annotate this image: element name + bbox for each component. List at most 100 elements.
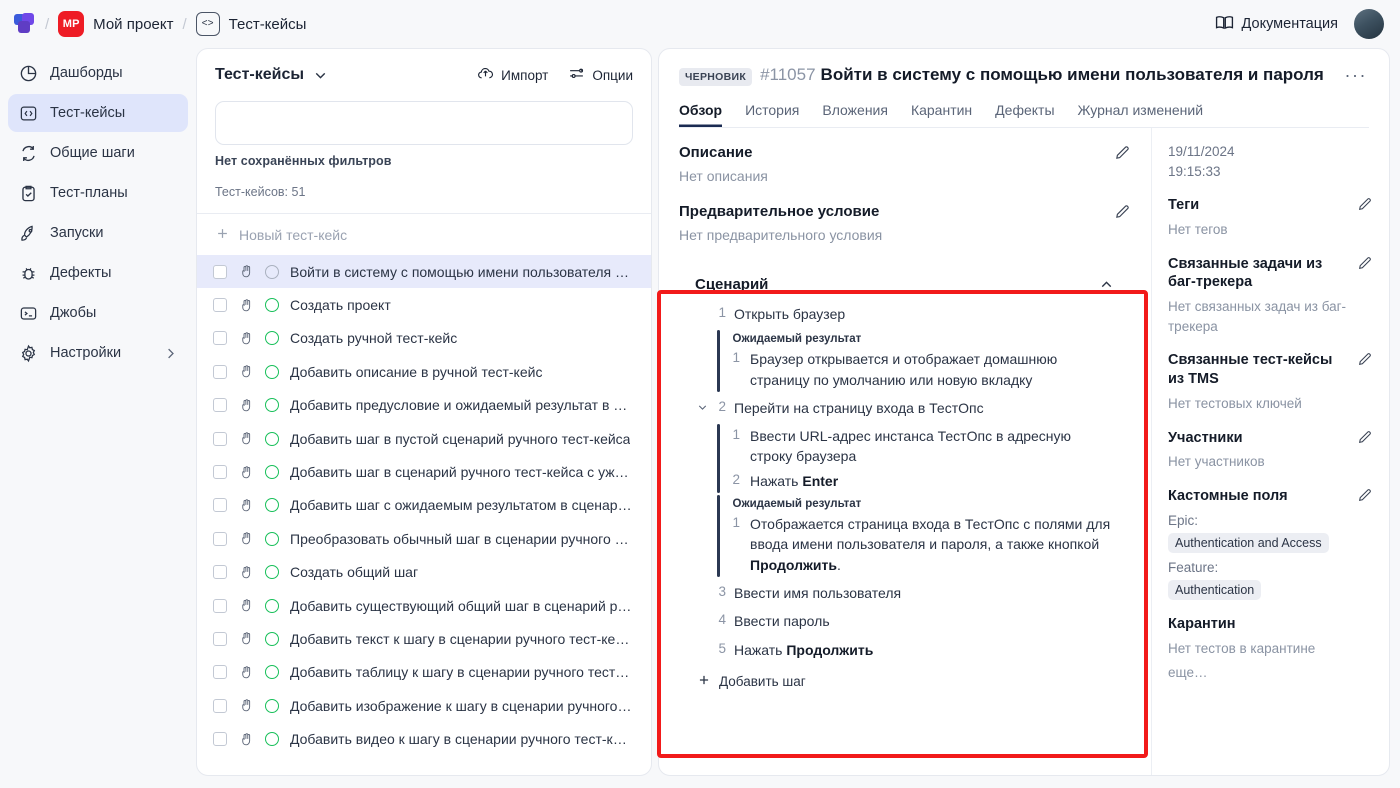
row-checkbox[interactable] <box>213 699 227 713</box>
filter-input[interactable] <box>215 101 633 145</box>
created-time: 19:15:33 <box>1168 162 1373 182</box>
row-checkbox[interactable] <box>213 398 227 412</box>
substep-text: Нажать Enter <box>750 471 838 491</box>
table-row[interactable]: Добавить текст к шагу в сценарии ручного… <box>197 622 651 655</box>
sidebar-item-dashboards[interactable]: Дашборды <box>8 54 188 92</box>
row-checkbox[interactable] <box>213 331 227 345</box>
sidebar-item-test-plans[interactable]: Тест-планы <box>8 174 188 212</box>
table-row[interactable]: Создать общий шаг <box>197 556 651 589</box>
metadata-blocks: ТегиНет теговСвязанные задачи из баг-тре… <box>1168 196 1373 472</box>
test-case-label: Добавить шаг в сценарий ручного тест-кей… <box>290 464 629 480</box>
scenario-step[interactable]: 4Ввести пароль <box>695 607 1115 635</box>
custom-fields-header: Кастомные поля <box>1168 487 1373 506</box>
pencil-icon[interactable] <box>1114 144 1131 161</box>
table-row[interactable]: Добавить видео к шагу в сценарии ручного… <box>197 722 651 755</box>
tab-Дефекты[interactable]: Дефекты <box>995 102 1054 127</box>
options-button[interactable]: Опции <box>568 65 633 85</box>
table-row[interactable]: Создать ручной тест-кейс <box>197 322 651 355</box>
pencil-icon[interactable] <box>1351 351 1373 367</box>
row-checkbox[interactable] <box>213 298 227 312</box>
tab-Вложения[interactable]: Вложения <box>822 102 888 127</box>
expected-inner: Ожидаемый результат1Отображается страниц… <box>720 495 1116 577</box>
tab-Обзор[interactable]: Обзор <box>679 102 722 127</box>
test-case-rows[interactable]: Войти в систему с помощью имени пользова… <box>197 255 651 775</box>
row-checkbox[interactable] <box>213 365 227 379</box>
row-checkbox[interactable] <box>213 732 227 746</box>
table-row[interactable]: Добавить шаг в пустой сценарий ручного т… <box>197 422 651 455</box>
bug-icon <box>18 263 38 283</box>
pencil-icon[interactable] <box>1351 487 1373 503</box>
pencil-icon[interactable] <box>1351 429 1373 445</box>
metadata-block-title: Теги <box>1168 196 1199 215</box>
pie-chart-icon <box>18 63 38 83</box>
sidebar-item-launches[interactable]: Запуски <box>8 214 188 252</box>
step-toggle-placeholder <box>695 304 709 307</box>
row-checkbox[interactable] <box>213 265 227 279</box>
row-checkbox[interactable] <box>213 665 227 679</box>
allure-logo-icon[interactable] <box>14 13 36 35</box>
step-text: Перейти на страницу входа в ТестОпс <box>734 398 984 418</box>
row-checkbox[interactable] <box>213 565 227 579</box>
pencil-icon[interactable] <box>1351 196 1373 212</box>
ellipsis-icon[interactable]: ··· <box>1343 65 1369 86</box>
sidebar-item-settings[interactable]: Настройки <box>8 334 188 372</box>
metadata-block-empty: Нет участников <box>1168 452 1373 472</box>
import-button[interactable]: Импорт <box>477 65 548 85</box>
table-row[interactable]: Добавить предусловие и ожидаемый результ… <box>197 389 651 422</box>
table-row[interactable]: Добавить шаг с ожидаемым результатом в с… <box>197 489 651 522</box>
detail-tabs[interactable]: Обзор История Вложения Карантин Дефекты Журна… <box>679 102 1369 128</box>
test-case-label: Добавить изображение к шагу в сценарии р… <box>290 698 631 714</box>
tab-История[interactable]: История <box>745 102 799 127</box>
chevron-down-icon[interactable] <box>695 398 709 414</box>
table-row[interactable]: Добавить таблицу к шагу в сценарии ручно… <box>197 656 651 689</box>
substep-item[interactable]: 1Ввести URL-адрес инстанса ТестОпс в адр… <box>733 424 1116 469</box>
sidebar-item-test-cases[interactable]: Тест-кейсы <box>8 94 188 132</box>
row-checkbox[interactable] <box>213 498 227 512</box>
plus-icon <box>697 673 711 690</box>
row-checkbox[interactable] <box>213 599 227 613</box>
pencil-icon[interactable] <box>1114 203 1131 220</box>
substep-text: Ввести URL-адрес инстанса ТестОпс в адре… <box>750 426 1115 467</box>
chevron-down-icon[interactable] <box>312 67 329 84</box>
sidebar-item-defects[interactable]: Дефекты <box>8 254 188 292</box>
table-row[interactable]: Добавить шаг в сценарий ручного тест-кей… <box>197 455 651 488</box>
new-test-case-button[interactable]: Новый тест-кейс <box>197 214 651 255</box>
breadcrumb: / MP Мой проект / <> Тест-кейсы <box>14 11 306 37</box>
table-row[interactable]: Добавить изображение к шагу в сценарии р… <box>197 689 651 722</box>
page-title: Войти в систему с помощью имени пользова… <box>821 65 1324 85</box>
project-badge[interactable]: MP <box>58 11 84 37</box>
expected-result-item: 1Браузер открывается и отображает домашн… <box>733 347 1116 392</box>
table-row[interactable]: Создать проект <box>197 288 651 321</box>
breadcrumb-project-name[interactable]: Мой проект <box>93 16 173 33</box>
row-checkbox[interactable] <box>213 465 227 479</box>
sidebar-item-jobs[interactable]: Джобы <box>8 294 188 332</box>
breadcrumb-section-name[interactable]: Тест-кейсы <box>229 16 307 33</box>
pencil-icon[interactable] <box>1351 255 1373 271</box>
documentation-link[interactable]: Документация <box>1215 13 1338 36</box>
add-step-button[interactable]: Добавить шаг <box>695 664 1115 696</box>
scenario-step[interactable]: 2Перейти на страницу входа в ТестОпс <box>695 394 1115 422</box>
custom-field-value-chip: Authentication and Access <box>1168 533 1329 553</box>
status-dot <box>265 632 279 646</box>
chevron-up-icon[interactable] <box>1098 276 1115 293</box>
scenario-step[interactable]: 1Открыть браузер <box>695 300 1115 328</box>
substep-item[interactable]: 2Нажать Enter <box>733 469 1116 493</box>
tab-Карантин[interactable]: Карантин <box>911 102 972 127</box>
avatar[interactable] <box>1354 9 1384 39</box>
manual-hand-icon <box>238 598 254 613</box>
status-dot <box>265 465 279 479</box>
list-panel-actions: Импорт Опции <box>477 65 633 85</box>
manual-hand-icon <box>238 398 254 413</box>
sidebar-item-shared-steps[interactable]: Общие шаги <box>8 134 188 172</box>
table-row[interactable]: Преобразовать обычный шаг в сценарии руч… <box>197 522 651 555</box>
scenario-step[interactable]: 3Ввести имя пользователя <box>695 579 1115 607</box>
table-row[interactable]: Войти в систему с помощью имени пользова… <box>197 255 651 288</box>
manual-hand-icon <box>238 631 254 646</box>
row-checkbox[interactable] <box>213 432 227 446</box>
scenario-step[interactable]: 5Нажать Продолжить <box>695 636 1115 664</box>
table-row[interactable]: Добавить существующий общий шаг в сценар… <box>197 589 651 622</box>
row-checkbox[interactable] <box>213 532 227 546</box>
row-checkbox[interactable] <box>213 632 227 646</box>
tab-Журнал изменений[interactable]: Журнал изменений <box>1078 102 1204 127</box>
table-row[interactable]: Добавить описание в ручной тест-кейс <box>197 355 651 388</box>
